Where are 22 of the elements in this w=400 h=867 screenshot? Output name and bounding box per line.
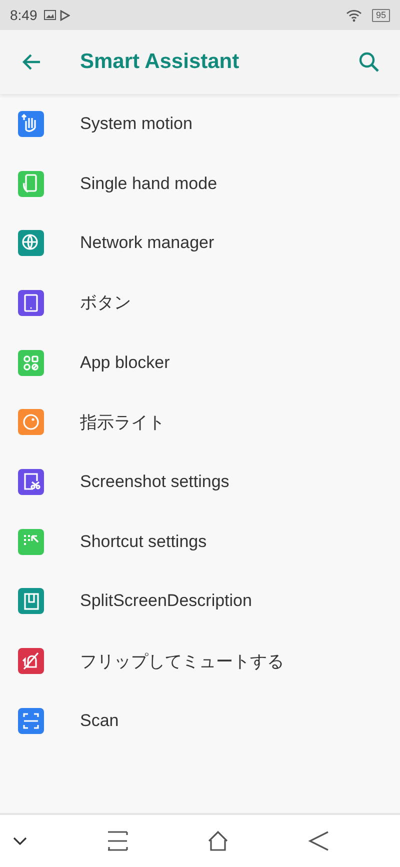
settings-item[interactable]: Shortcut settings <box>0 512 400 572</box>
settings-item[interactable]: System motion <box>0 94 400 154</box>
back-icon[interactable] <box>308 830 330 852</box>
settings-item[interactable]: Network manager <box>0 213 400 274</box>
settings-item[interactable]: 指示ライト <box>0 392 400 452</box>
settings-item[interactable]: Scan <box>0 690 400 751</box>
chevron-down-icon[interactable] <box>12 836 28 846</box>
settings-item[interactable]: ボタン <box>0 273 400 333</box>
play-icon <box>60 10 70 20</box>
wifi-icon <box>346 8 362 22</box>
battery-icon: 95 <box>372 8 390 22</box>
settings-item[interactable]: SplitScreenDescription <box>0 572 400 632</box>
image-icon <box>44 10 56 20</box>
home-icon[interactable] <box>207 830 230 852</box>
settings-item[interactable]: App blocker <box>0 332 400 392</box>
screen-title: Smart Assistant <box>80 50 240 74</box>
settings-item[interactable]: Screenshot settings <box>0 452 400 512</box>
clock: 8:49 <box>10 7 38 23</box>
menu-icon[interactable] <box>106 830 129 852</box>
settings-item[interactable]: Single hand mode <box>0 154 400 214</box>
settings-item[interactable]: フリップしてミュートする <box>0 631 400 691</box>
search-icon[interactable] <box>358 51 380 73</box>
